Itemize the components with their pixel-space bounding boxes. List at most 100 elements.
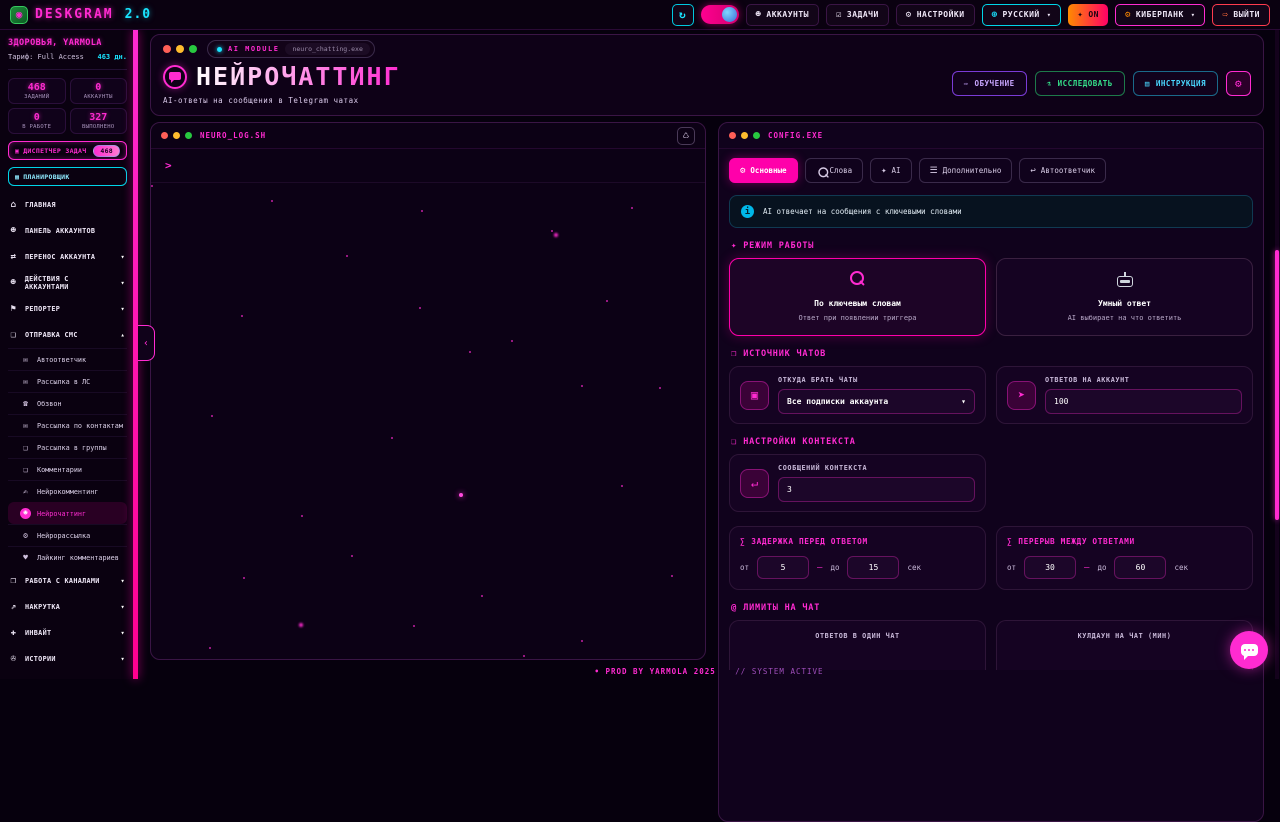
learning-label: ОБУЧЕНИЕ [975,79,1015,88]
tab-ai[interactable]: ✦ AI [870,158,911,183]
select-value: Все подписки аккаунта [787,397,888,406]
sidebar-item-accounts-panel[interactable]: ☻ ПАНЕЛЬ АККАУНТОВ [8,218,127,244]
chat-icon: ❑ [8,330,19,340]
page-scrollbar[interactable] [1275,30,1279,679]
clear-log-button[interactable]: ♺ [677,127,695,145]
close-icon[interactable] [163,45,171,53]
module-settings-button[interactable]: ⚙ [1226,71,1251,96]
instruction-button[interactable]: ▤ ИНСТРУКЦИЯ [1133,71,1218,96]
power-toggle[interactable] [701,5,739,24]
accounts-button[interactable]: ☻ АККАУНТЫ [746,4,819,26]
briefcase-icon: ▣ [740,381,769,410]
heart-icon: ♥ [20,553,31,562]
delay-to-input[interactable] [847,556,899,579]
range-dash: — [1084,563,1089,573]
logo-icon: ◉ [10,6,28,24]
chevron-down-icon: ▾ [120,577,127,585]
sidebar-item-label: Нейрочаттинг [37,510,86,518]
section-title: НАСТРОЙКИ КОНТЕКСТА [743,437,855,447]
config-tabs: ⚙ Основные Слова ✦ AI ☰ Дополнительно ↩ [719,149,1263,191]
logout-button[interactable]: ⇨ ВЫЙТИ [1212,4,1270,26]
tab-words[interactable]: Слова [805,158,864,183]
sidebar-item-neurocommenting[interactable]: ✍ Нейрокомментинг [8,480,127,502]
sidebar-item-account-transfer[interactable]: ⇄ ПЕРЕНОС АККАУНТА ▾ [8,244,127,270]
answers-per-account-input[interactable] [1045,389,1242,414]
delay-from-input[interactable] [757,556,809,579]
sidebar-item-calling[interactable]: ☎ Обзвон [8,392,127,414]
mail-icon: ✉ [20,355,31,364]
tab-label: Дополнительно [943,166,1002,175]
robot-icon: ⚙ [20,531,31,540]
terminal-log-line: > [151,149,705,183]
field-label: КУЛДАУН НА ЧАТ (МИН) [1007,632,1242,640]
sidebar-item-reporter[interactable]: ⚑ РЕПОРТЕР ▾ [8,296,127,322]
sidebar-item-comments[interactable]: ❏ Комментарии [8,458,127,480]
pause-to-input[interactable] [1114,556,1166,579]
status-dot-icon [217,47,222,52]
context-messages-input[interactable] [778,477,975,502]
sidebar-item-boosting[interactable]: ⇗ НАКРУТКА ▾ [8,594,127,620]
maximize-icon[interactable] [189,45,197,53]
sidebar-item-account-actions[interactable]: ☻ ДЕЙСТВИЯ С АККАУНТАМИ ▾ [8,270,127,296]
task-dispatcher-button[interactable]: ▣ ДИСПЕТЧЕР ЗАДАЧ 468 [8,141,127,160]
language-dropdown[interactable]: ⊕ РУССКИЙ ▾ [982,4,1062,26]
stat-value: 327 [72,112,126,123]
tab-label: Слова [830,166,853,175]
pause-from-input[interactable] [1024,556,1076,579]
sidebar-item-comment-liking[interactable]: ♥ Лайкинг комментариев [8,546,127,568]
sidebar-item-send-sms[interactable]: ❑ ОТПРАВКА СМС ▴ [8,322,127,348]
tab-basic[interactable]: ⚙ Основные [729,158,798,183]
sidebar-item-groups-mailing[interactable]: ❑ Рассылка в группы [8,436,127,458]
maximize-icon[interactable] [753,132,760,139]
tab-advanced[interactable]: ☰ Дополнительно [919,158,1013,183]
refresh-button[interactable]: ↻ [672,4,694,26]
to-label: до [830,563,839,572]
field-label: ОТКУДА БРАТЬ ЧАТЫ [778,376,975,384]
chat-source-select[interactable]: Все подписки аккаунта ▾ [778,389,975,414]
unit-label: сек [1174,563,1188,572]
flask-icon: ⚗ [1047,79,1052,88]
dispatcher-badge: 468 [93,145,120,157]
from-label: от [1007,563,1016,572]
chevron-down-icon: ▾ [961,397,966,406]
sidebar-item-autoresponder[interactable]: ✉ Автоответчик [8,348,127,370]
minimize-icon[interactable] [741,132,748,139]
learning-button[interactable]: ✑ ОБУЧЕНИЕ [952,71,1027,96]
close-icon[interactable] [729,132,736,139]
sidebar-item-channels[interactable]: ❒ РАБОТА С КАНАЛАМИ ▾ [8,568,127,594]
scheduler-button[interactable]: ▦ ПЛАНИРОВЩИК [8,167,127,186]
sidebar-menu: ⌂ ГЛАВНАЯ ☻ ПАНЕЛЬ АККАУНТОВ ⇄ ПЕРЕНОС А… [8,192,127,672]
sidebar-item-contacts-mailing[interactable]: ✉ Рассылка по контактам [8,414,127,436]
mode-card-keywords[interactable]: По ключевым словам Ответ при появлении т… [729,258,986,336]
sidebar-item-home[interactable]: ⌂ ГЛАВНАЯ [8,192,127,218]
close-icon[interactable] [161,132,168,139]
tab-autoresponder[interactable]: ↩ Автоответчик [1019,158,1106,183]
stat-accounts: 0 АККАУНТЫ [70,78,128,104]
sidebar-collapse-handle[interactable]: ‹ [138,325,155,361]
minimize-icon[interactable] [176,45,184,53]
sidebar-item-neuromailing[interactable]: ⚙ Нейрорассылка [8,524,127,546]
chat-cooldown-card: КУЛДАУН НА ЧАТ (МИН) [996,620,1253,670]
mode-card-smart[interactable]: Умный ответ AI выбирает на что ответить [996,258,1253,336]
answers-per-account-card: ➤ ОТВЕТОВ НА АККАУНТ [996,366,1253,424]
explore-button[interactable]: ⚗ ИССЛЕДОВАТЬ [1035,71,1125,96]
theme-dropdown[interactable]: ⚙ КИБЕРПАНК ▾ [1115,4,1206,26]
section-limits: @ ЛИМИТЫ НА ЧАТ [731,603,1251,613]
section-chat-source: ❐ ИСТОЧНИК ЧАТОВ [731,349,1251,359]
sidebar-item-stories[interactable]: ✇ ИСТОРИИ ▾ [8,646,127,672]
maximize-icon[interactable] [185,132,192,139]
settings-button[interactable]: ⚙ НАСТРОЙКИ [896,4,975,26]
phone-icon: ☎ [20,399,31,408]
power-on-button[interactable]: ✦ ON [1068,4,1108,26]
sidebar-item-neurochatting[interactable]: ☻ Нейрочаттинг [8,502,127,524]
context-card: ↵ СООБЩЕНИЙ КОНТЕКСТА [729,454,986,512]
sidebar-item-label: ПАНЕЛЬ АККАУНТОВ [25,227,95,235]
scrollbar-thumb[interactable] [1275,250,1279,520]
sidebar-item-dm-mailing[interactable]: ✉ Рассылка в ЛС [8,370,127,392]
sidebar-item-label: Комментарии [37,466,82,474]
sidebar-item-invite[interactable]: ✚ ИНВАЙТ ▾ [8,620,127,646]
sidebar-item-label: ПЕРЕНОС АККАУНТА [25,253,95,261]
minimize-icon[interactable] [173,132,180,139]
support-chat-button[interactable] [1230,631,1268,669]
tasks-button[interactable]: ☑ ЗАДАЧИ [826,4,889,26]
